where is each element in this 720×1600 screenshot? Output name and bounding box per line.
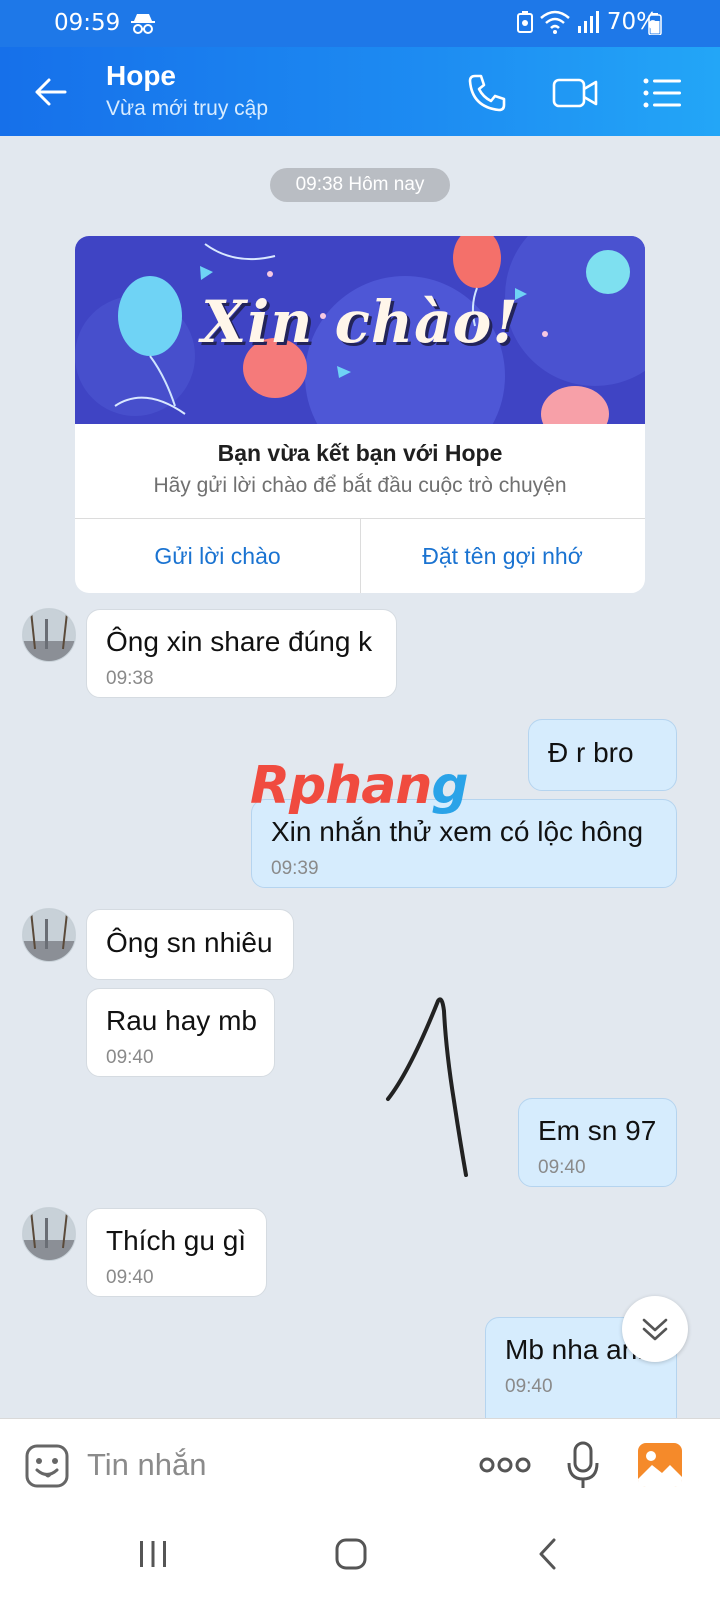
message-time: 09:40 (106, 1047, 154, 1068)
watermark-text: Rphan (250, 756, 432, 816)
wifi-icon (540, 10, 570, 34)
back-arrow-icon[interactable] (33, 74, 69, 110)
battery-saver-icon (516, 11, 533, 33)
message-time: 09:40 (538, 1157, 586, 1178)
image-gallery-icon[interactable] (636, 1441, 684, 1489)
incognito-icon (131, 14, 155, 34)
send-greeting-button[interactable]: Gửi lời chào (75, 519, 360, 593)
message-time: 09:40 (505, 1376, 553, 1397)
date-separator: 09:38 Hôm nay (270, 168, 450, 202)
message-text: Rau hay mb (106, 1005, 257, 1036)
message-text: Ông sn nhiêu (106, 927, 273, 958)
sticker-icon[interactable] (24, 1443, 70, 1489)
message-text: Ông xin share đúng k (106, 626, 373, 657)
message-bubble-outgoing[interactable]: Đ r bro (528, 719, 677, 791)
avatar[interactable] (22, 608, 76, 662)
system-nav-bar (0, 1511, 720, 1600)
watermark-text-accent: g (431, 756, 468, 816)
double-chevron-down-icon (642, 1318, 668, 1341)
greeting-banner-text: Xin chào! (201, 288, 519, 356)
set-nickname-button[interactable]: Đặt tên gợi nhớ (360, 519, 645, 593)
handwritten-drawing (386, 997, 468, 1177)
chat-area[interactable]: 09:38 Hôm nay Xin chào! Bạn vừa kết bạn … (0, 136, 720, 1418)
greeting-title: Bạn vừa kết bạn với Hope (217, 440, 503, 466)
chat-header: Hope Vừa mới truy cập (0, 47, 720, 136)
message-text: Em sn 97 (538, 1115, 657, 1146)
avatar[interactable] (22, 1207, 76, 1261)
video-call-icon[interactable] (551, 72, 599, 114)
message-bubble-incoming[interactable]: Rau hay mb 09:40 (86, 988, 275, 1077)
scroll-to-bottom-button[interactable] (622, 1296, 688, 1362)
message-time: 09:39 (271, 858, 319, 879)
avatar-photo (23, 1208, 75, 1260)
signal-icon (577, 11, 599, 33)
phone-call-icon[interactable] (466, 72, 508, 114)
message-bubble-outgoing[interactable]: Em sn 97 09:40 (518, 1098, 677, 1187)
message-time: 09:38 (106, 668, 154, 689)
message-input[interactable]: Tin nhắn (87, 1447, 207, 1483)
status-time: 09:59 (54, 10, 121, 36)
microphone-icon[interactable] (566, 1441, 600, 1491)
message-time: 09:40 (106, 1267, 154, 1288)
avatar-photo (23, 609, 75, 661)
contact-name[interactable]: Hope (106, 60, 176, 92)
message-text: Đ r bro (548, 737, 634, 768)
message-text: Thích gu gì (106, 1225, 247, 1256)
greeting-card: Xin chào! Bạn vừa kết bạn với Hope Hãy g… (75, 236, 645, 593)
greeting-description: Hãy gửi lời chào để bắt đầu cuộc trò chu… (153, 474, 567, 497)
greeting-banner: Xin chào! (75, 236, 645, 424)
menu-list-icon[interactable] (641, 72, 683, 114)
message-bubble-incoming[interactable]: Ông xin share đúng k 09:38 (86, 609, 397, 698)
avatar-photo (23, 909, 75, 961)
recent-apps-icon[interactable] (136, 1539, 170, 1569)
back-icon[interactable] (536, 1537, 560, 1571)
message-text: Xin nhắn thử xem có lộc hông (271, 816, 644, 847)
home-icon[interactable] (334, 1537, 368, 1571)
more-options-icon[interactable] (478, 1455, 532, 1475)
message-input-bar: Tin nhắn (0, 1418, 720, 1511)
contact-status: Vừa mới truy cập (106, 97, 269, 120)
status-right: 70% (516, 9, 658, 35)
message-bubble-incoming[interactable]: Ông sn nhiêu (86, 909, 294, 980)
battery-icon (648, 13, 662, 35)
status-bar: 09:59 70% (0, 0, 720, 47)
message-bubble-incoming[interactable]: Thích gu gì 09:40 (86, 1208, 267, 1297)
avatar[interactable] (22, 908, 76, 962)
watermark-logo: Rphang (250, 756, 469, 816)
